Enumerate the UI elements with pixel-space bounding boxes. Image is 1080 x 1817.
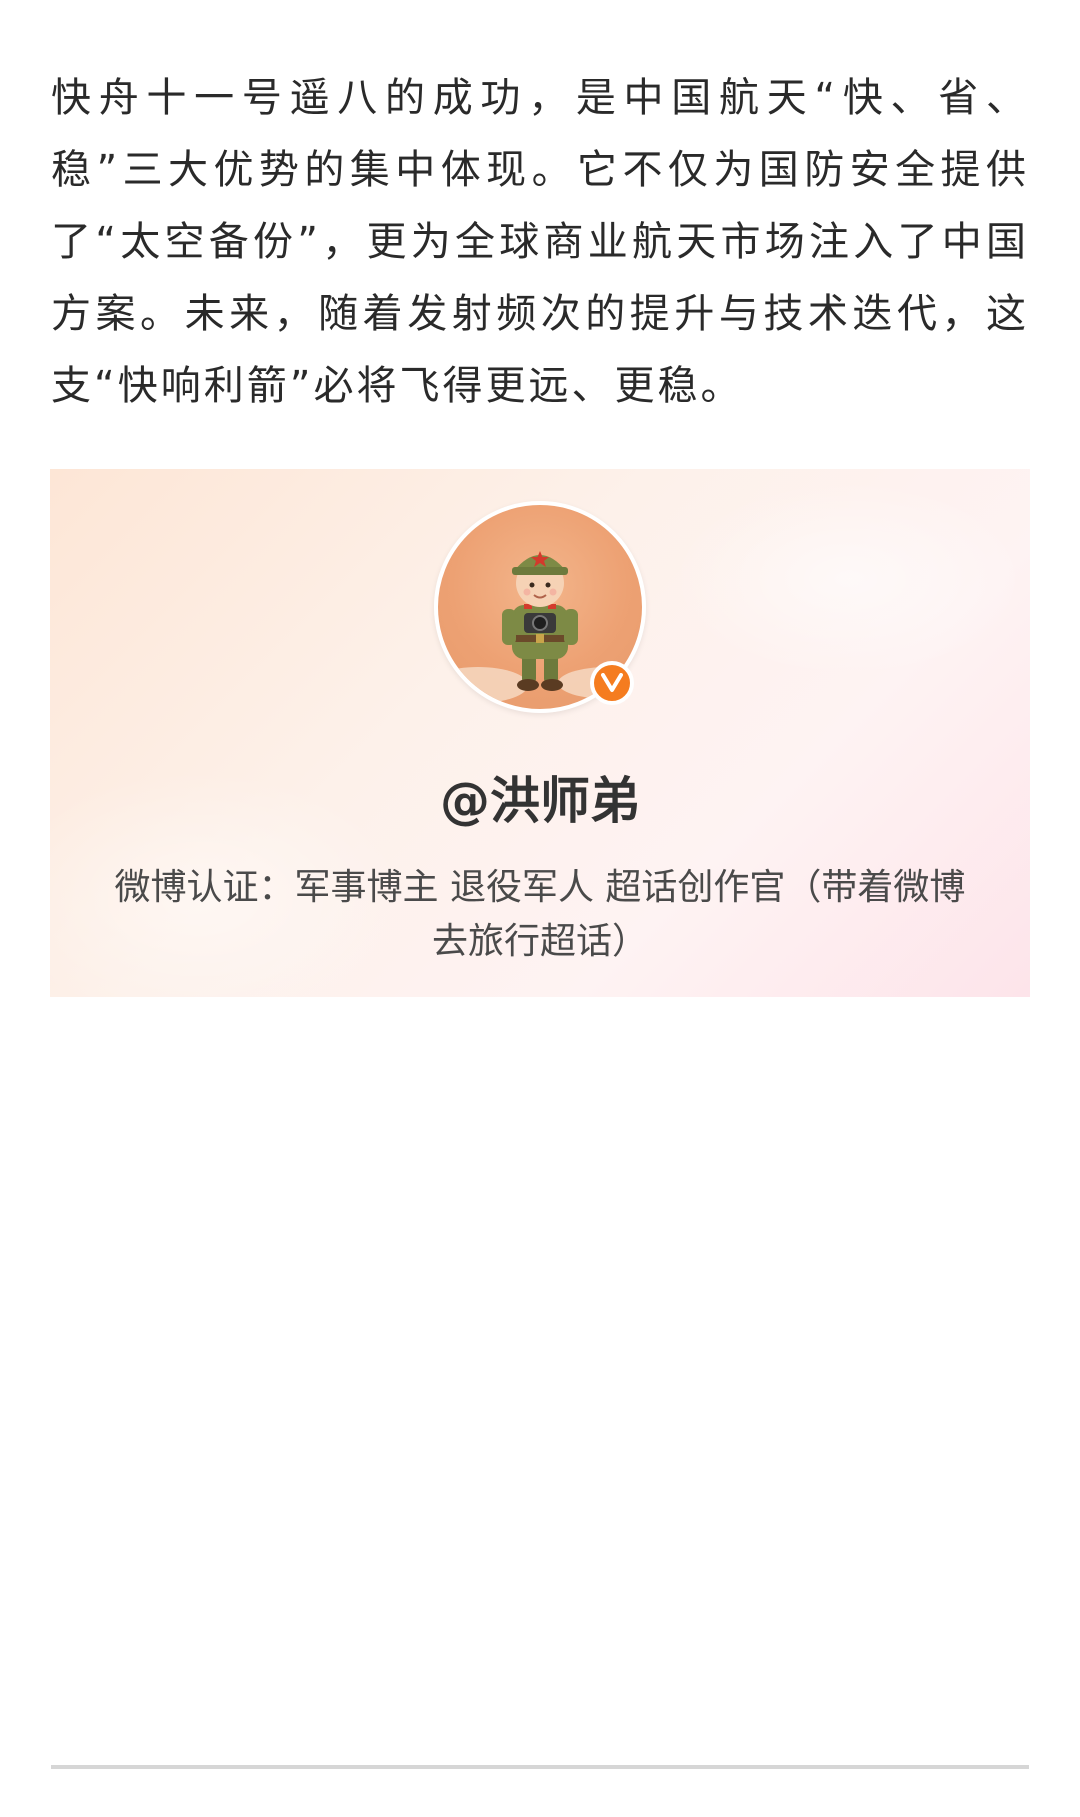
article-paragraph: 快舟十一号遥八的成功，是中国航天“快、省、稳”三大优势的集中体现。它不仅为国防安…: [51, 75, 1029, 409]
username[interactable]: @洪师弟: [50, 771, 1030, 831]
profile-card[interactable]: @洪师弟 微博认证：军事博主 退役军人 超话创作官（带着微博去旅行超话）: [50, 469, 1030, 997]
verification-text: 微博认证：军事博主 退役军人 超话创作官（带着微博去旅行超话）: [114, 867, 966, 962]
verified-v-icon: [590, 661, 634, 705]
avatar-container[interactable]: [434, 501, 646, 713]
divider: [51, 1765, 1029, 1769]
card-background-wash: [670, 479, 1030, 679]
